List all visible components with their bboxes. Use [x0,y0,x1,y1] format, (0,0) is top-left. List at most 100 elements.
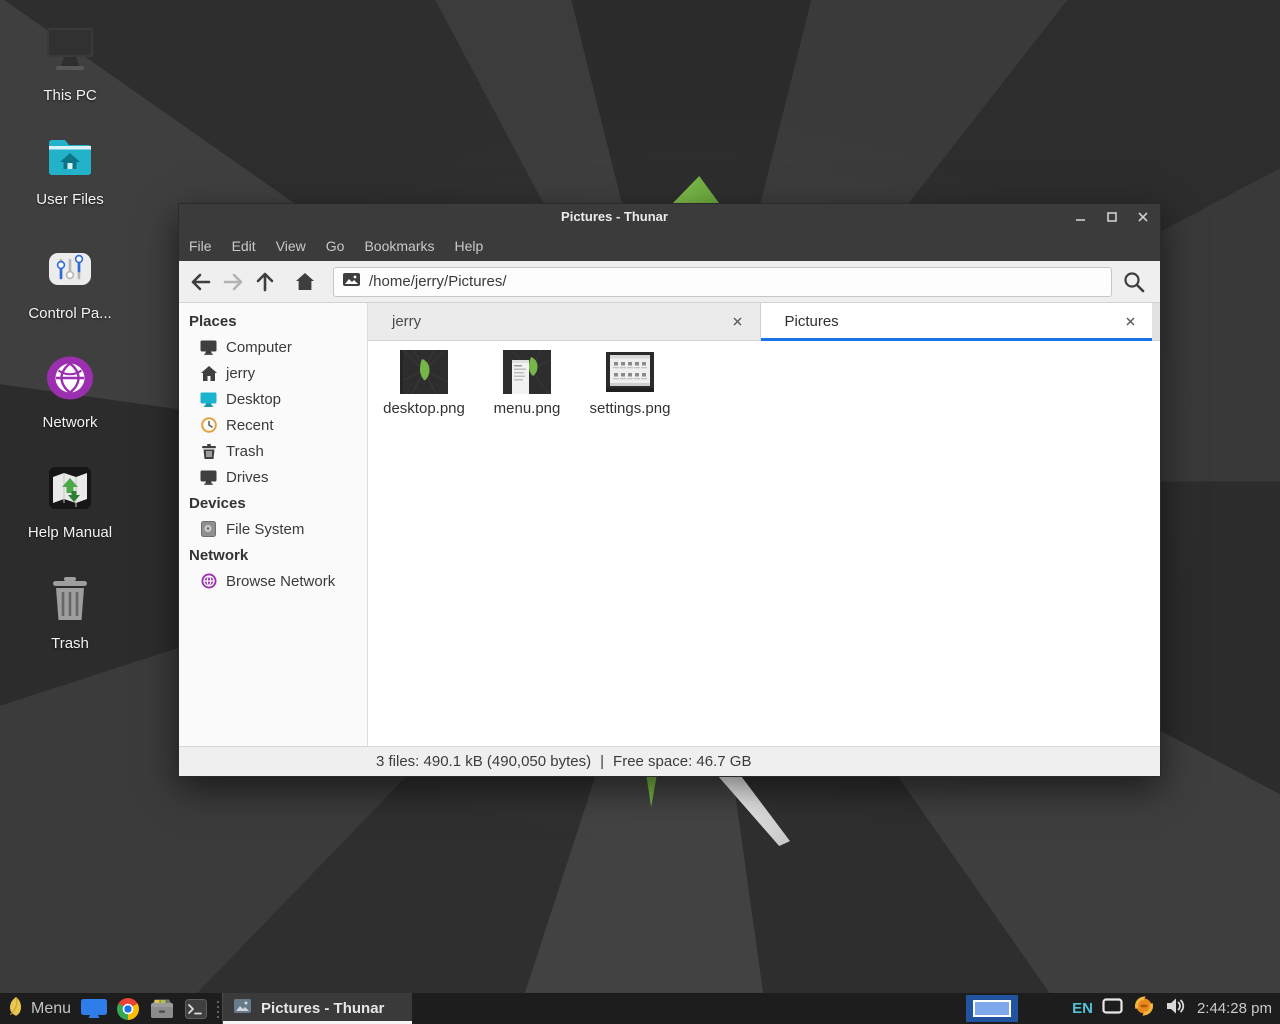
sidebar-item-label: File System [226,521,304,538]
desktop-icon-label: Help Manual [28,524,112,541]
desktop-icon-help-manual[interactable]: Help Manual [14,465,126,541]
file-settings-png[interactable]: settings.png [582,350,678,417]
tasklist-handle[interactable] [213,993,222,1024]
path-text: /home/jerry/Pictures/ [369,273,507,290]
desktop-icon-label: User Files [36,191,104,208]
sidebar-item-label: Trash [226,443,264,460]
file-view[interactable]: desktop.png menu.png settings.png [368,341,1160,746]
desktop-icon-network[interactable]: Network [14,355,126,431]
help-manual-icon [47,465,93,516]
sidebar-item-recent[interactable]: Recent [179,412,367,438]
titlebar[interactable]: Pictures - Thunar [179,204,1160,230]
desktop-icon-this-pc[interactable]: This PC [14,26,126,104]
up-button[interactable] [249,266,281,298]
window-body: Places Computer jerry Desktop Recent Tra… [179,303,1160,746]
drives-icon [200,470,217,485]
home-button[interactable] [289,266,321,298]
desktop-icon-user-files[interactable]: User Files [14,136,126,208]
network-globe-icon [200,573,217,589]
active-workspace[interactable] [973,1000,1011,1017]
sidebar-item-file-system[interactable]: File System [179,516,367,542]
tab-label: Pictures [785,313,839,330]
tab-bar: jerry Pictures [368,303,1160,341]
menu-go[interactable]: Go [316,230,355,261]
sidebar-item-desktop[interactable]: Desktop [179,386,367,412]
sidebar-item-label: Computer [226,339,292,356]
image-thumbnail [503,350,551,394]
home-folder-icon [47,136,93,183]
minimize-button[interactable] [1072,208,1090,226]
sidebar-item-drives[interactable]: Drives [179,464,367,490]
thunar-window: Pictures - Thunar File Edit View Go Book… [178,203,1161,777]
free-space: Free space: 46.7 GB [613,753,751,770]
path-bar[interactable]: /home/jerry/Pictures/ [333,267,1112,297]
image-thumbnail [606,350,654,394]
file-name: desktop.png [383,400,465,417]
sidebar-item-label: Browse Network [226,573,335,590]
home-icon [200,366,217,381]
menu-bookmarks[interactable]: Bookmarks [354,230,444,261]
sidebar-header-places: Places [179,308,367,334]
close-button[interactable] [1134,208,1152,226]
tab-pictures[interactable]: Pictures [761,303,1153,340]
files-summary: 3 files: 490.1 kB (490,050 bytes) [376,753,591,770]
file-desktop-png[interactable]: desktop.png [376,350,472,417]
desktop-icon-label: Control Pa... [28,305,111,322]
taskbar: Menu Pictures - Thunar EN 2:44:28 pm [0,993,1280,1024]
folder-image-icon [343,273,360,291]
sidebar-header-network: Network [179,542,367,568]
display-tray-icon[interactable] [1102,998,1123,1020]
chrome-icon[interactable] [111,993,145,1024]
desktop-icon-label: Trash [51,635,89,652]
sidebar-item-browse-network[interactable]: Browse Network [179,568,367,594]
image-window-icon [234,999,251,1018]
menu-help[interactable]: Help [445,230,494,261]
file-menu-png[interactable]: menu.png [479,350,575,417]
tab-close-icon[interactable] [1121,313,1139,331]
system-tray: EN [1072,994,1185,1023]
volume-icon[interactable] [1165,997,1185,1020]
file-cabinet-icon[interactable] [145,993,179,1024]
update-tray-icon[interactable] [1132,994,1156,1023]
tab-close-icon[interactable] [729,313,747,331]
sidebar-item-label: Desktop [226,391,281,408]
menu-view[interactable]: View [266,230,316,261]
sidebar-item-computer[interactable]: Computer [179,334,367,360]
control-panel-icon [47,246,93,297]
desktop-icon-control-panel[interactable]: Control Pa... [14,246,126,322]
menu-edit[interactable]: Edit [222,230,266,261]
forward-button[interactable] [217,266,249,298]
back-button[interactable] [185,266,217,298]
recent-clock-icon [200,417,217,433]
display-launcher-icon[interactable] [77,993,111,1024]
menubar: File Edit View Go Bookmarks Help [179,230,1160,261]
menu-file[interactable]: File [179,230,222,261]
desktop-icon-trash[interactable]: Trash [14,576,126,652]
keyboard-layout-indicator[interactable]: EN [1072,1000,1093,1017]
file-name: menu.png [494,400,561,417]
network-globe-icon [46,355,94,406]
sidebar-item-label: jerry [226,365,255,382]
task-button-thunar[interactable]: Pictures - Thunar [222,993,412,1024]
sidebar-item-label: Recent [226,417,274,434]
menu-button[interactable]: Menu [0,993,77,1024]
sidebar-item-home[interactable]: jerry [179,360,367,386]
file-name: settings.png [590,400,671,417]
clock[interactable]: 2:44:28 pm [1197,1000,1272,1017]
hard-drive-icon [200,521,217,537]
trash-icon [49,576,91,627]
tab-label: jerry [392,313,421,330]
sidebar-item-trash[interactable]: Trash [179,438,367,464]
desktop-icon-label: This PC [43,87,96,104]
menu-logo-icon [8,996,22,1022]
image-thumbnail [400,350,448,394]
tab-jerry[interactable]: jerry [368,303,761,340]
sidebar-item-label: Drives [226,469,269,486]
terminal-icon[interactable] [179,993,213,1024]
search-button[interactable] [1116,266,1152,298]
status-separator: | [600,753,604,770]
trash-icon [200,444,217,459]
window-controls [1072,204,1152,230]
maximize-button[interactable] [1103,208,1121,226]
workspace-switcher[interactable] [966,995,1018,1022]
